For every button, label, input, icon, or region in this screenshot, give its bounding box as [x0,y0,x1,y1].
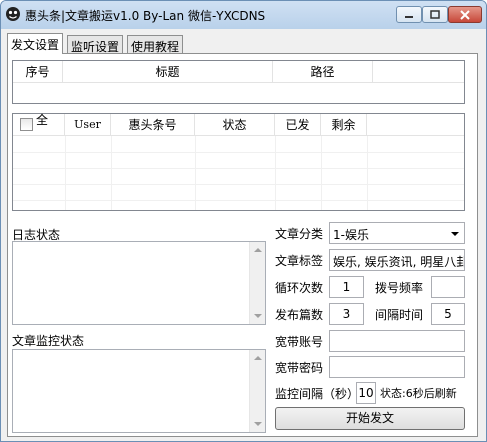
monitor-interval-label: 监控间隔（秒） [275,387,360,401]
tags-label: 文章标签 [275,254,324,268]
dial-frequency-input[interactable] [431,276,465,298]
tab-publish-settings[interactable]: 发文设置 [7,33,64,54]
start-publish-button[interactable]: 开始发文 [275,407,465,430]
broadband-account-label: 宽带账号 [275,335,324,349]
monitor-log-label: 文章监控状态 [12,334,85,348]
minimize-button[interactable] [396,6,422,23]
grid-line [367,136,368,210]
column-header[interactable]: 已发 [275,114,321,136]
select-all-label: 全 [36,113,49,127]
close-button[interactable] [448,6,482,23]
grid-line [321,136,322,210]
column-header[interactable]: User [65,114,111,136]
column-header[interactable]: 路径 [273,61,373,83]
article-list[interactable]: 序号 标题 路径 [12,60,465,104]
monitor-log-textarea[interactable] [12,349,266,433]
interval-label: 间隔时间 [375,308,424,322]
column-header[interactable]: 状态 [195,114,275,136]
category-select[interactable]: 1-娱乐 [329,222,465,244]
tab-label: 发文设置 [11,38,60,52]
column-header[interactable]: 剩余 [321,114,367,136]
select-all-checkbox[interactable] [20,118,33,131]
scroll-down-icon[interactable] [254,314,262,318]
category-label: 文章分类 [275,227,324,241]
grid-line [65,136,66,210]
tab-label: 使用教程 [131,40,180,54]
grid-line [275,136,276,210]
app-icon [6,7,20,21]
column-header[interactable]: 惠头条号 [111,114,195,136]
monitor-interval-input[interactable]: 10 [356,382,376,404]
tags-input[interactable]: 娱乐, 娱乐资讯, 明星八卦 [329,249,465,271]
scroll-up-icon[interactable] [254,356,262,360]
loop-count-label: 循环次数 [275,281,324,295]
log-scrollbar[interactable] [249,242,265,324]
maximize-button[interactable] [422,6,448,23]
grid-line [111,136,112,210]
article-list-header: 序号 标题 路径 [13,61,464,83]
publish-count-input[interactable]: 3 [329,303,364,325]
broadband-account-input[interactable] [329,330,465,352]
tab-label: 监听设置 [71,40,120,54]
grid-line [13,168,464,169]
publish-count-label: 发布篇数 [275,308,324,322]
column-header[interactable]: 标题 [63,61,273,83]
column-header[interactable]: 序号 [13,61,63,83]
monitor-log-scrollbar[interactable] [249,350,265,432]
log-textarea[interactable] [12,241,266,325]
account-list[interactable]: 全 User 惠头条号 状态 已发 剩余 [12,113,465,211]
grid-line [13,152,464,153]
broadband-password-label: 宽带密码 [275,361,324,375]
grid-line [195,136,196,210]
interval-input[interactable]: 5 [431,303,465,325]
dial-frequency-label: 拨号频率 [375,281,424,295]
tags-value: 娱乐, 娱乐资讯, 明星八卦 [333,255,465,269]
close-icon [460,9,470,20]
grid-line [13,200,464,201]
scroll-down-icon[interactable] [254,422,262,426]
category-value: 1-娱乐 [333,228,369,242]
refresh-status: 状态:6秒后刷新 [380,387,457,400]
tab-tutorial[interactable]: 使用教程 [127,35,184,54]
scroll-up-icon[interactable] [254,248,262,252]
dropdown-arrow-icon[interactable] [451,232,459,236]
app-window: 惠头条|文章搬运v1.0 By-Lan 微信-YXCDNS 发文设置 监听设置 … [0,0,487,442]
window-title: 惠头条|文章搬运v1.0 By-Lan 微信-YXCDNS [25,9,266,23]
title-bar: 惠头条|文章搬运v1.0 By-Lan 微信-YXCDNS [1,1,486,29]
account-list-header: 全 User 惠头条号 状态 已发 剩余 [13,113,464,136]
select-all-column: 全 [13,113,65,136]
tab-monitor-settings[interactable]: 监听设置 [67,35,124,54]
maximize-icon [430,9,440,19]
broadband-password-input[interactable] [329,356,465,378]
loop-count-input[interactable]: 1 [329,276,364,298]
grid-line [13,184,464,185]
minimize-icon [405,15,413,18]
